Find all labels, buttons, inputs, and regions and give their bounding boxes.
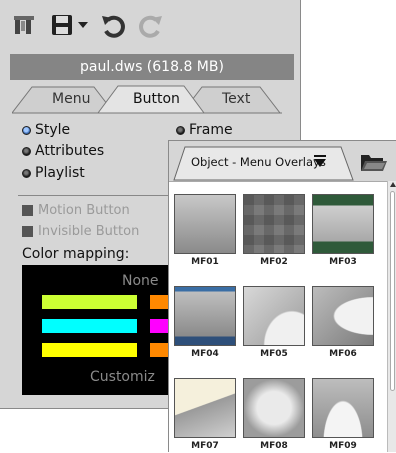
folder-open-icon [361,155,387,171]
radio-unselected-icon [176,125,185,135]
overlay-thumbnail [174,286,236,346]
undo-button[interactable] [98,10,130,40]
overlay-thumbnail [174,194,236,254]
scrollbar-thumb[interactable] [390,191,395,391]
checkbox-icon [22,226,33,237]
overlay-thumbnail [243,286,305,346]
save-options-dropdown[interactable] [76,10,90,40]
color-mapping-label: Color mapping: [22,246,130,262]
overlay-item-mf06[interactable]: MF06 [312,286,374,366]
radio-playlist[interactable]: Playlist [22,165,85,181]
tab-object-menu-overlays[interactable]: Object - Menu Overlays [191,155,326,169]
dropdown-arrow-icon [78,22,88,28]
overlay-thumbnail [243,194,305,254]
color-bar-normal[interactable] [42,295,137,309]
overlay-thumbnail-grid: MF01 MF02 MF03 MF04 MF05 MF06 MF07 MF08 … [169,181,387,453]
color-swatch-orange-2[interactable] [150,343,170,357]
overlay-thumbnail [243,378,305,438]
tools-icon [14,16,34,34]
menu-overlays-library-panel: Object - Menu Overlays MF01 MF02 MF03 MF… [168,140,396,453]
overlay-item-mf02[interactable]: MF02 [243,194,305,274]
tab-text[interactable]: Text [222,91,250,107]
tab-menu[interactable]: Menu [52,91,90,107]
overlay-item-mf03[interactable]: MF03 [312,194,374,274]
radio-style[interactable]: Style [22,122,70,138]
overlay-thumbnail [312,286,374,346]
customize-label: Customiz [90,369,155,385]
radio-selected-icon [22,125,31,135]
radio-attributes[interactable]: Attributes [22,143,104,159]
overlay-item-mf01[interactable]: MF01 [174,194,236,274]
color-swatch-magenta[interactable] [150,319,170,333]
radio-unselected-icon [22,168,31,178]
dropdown-arrow-icon[interactable] [313,154,327,168]
save-icon [52,15,72,35]
invisible-button-checkbox[interactable]: Invisible Button [22,224,139,239]
radio-unselected-icon [22,146,31,156]
open-folder-button[interactable] [359,147,389,179]
redo-button[interactable] [134,10,166,40]
undo-icon [102,15,125,38]
overlay-scrollbar[interactable] [387,181,396,452]
overlay-item-mf05[interactable]: MF05 [243,286,305,366]
overlay-thumbnail [312,378,374,438]
project-file-label: paul.dws (618.8 MB) [10,54,294,80]
checkbox-icon [22,205,33,216]
save-button[interactable] [48,10,76,40]
overlay-thumbnail [174,378,236,438]
scroll-up-icon[interactable] [390,182,396,187]
tools-button[interactable] [10,10,38,40]
redo-icon [139,15,162,38]
none-label: None [122,273,159,289]
motion-button-checkbox[interactable]: Motion Button [22,203,130,218]
color-swatch-orange[interactable] [150,295,170,309]
overlay-item-mf07[interactable]: MF07 [174,378,236,453]
radio-frame[interactable]: Frame [176,122,233,138]
overlay-item-mf08[interactable]: MF08 [243,378,305,453]
overlay-item-mf09[interactable]: MF09 [312,378,374,453]
overlay-item-mf04[interactable]: MF04 [174,286,236,366]
color-bar-activated[interactable] [42,343,137,357]
tab-button[interactable]: Button [133,91,180,107]
overlay-thumbnail [312,194,374,254]
color-bar-highlight[interactable] [42,319,137,333]
